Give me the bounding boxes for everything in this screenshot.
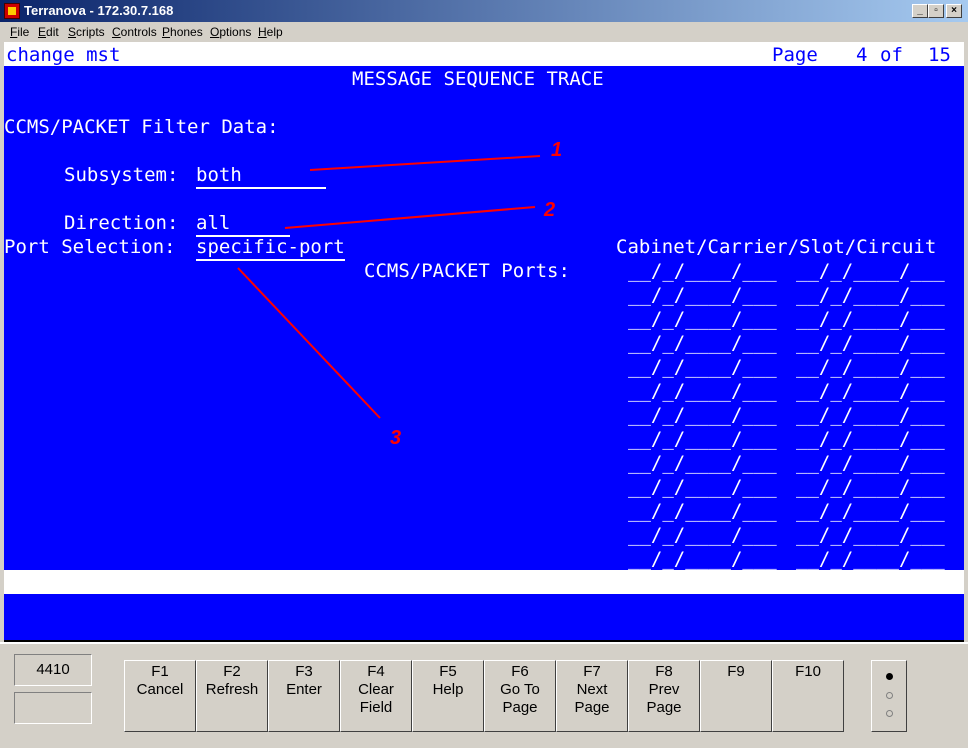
fkey-label: Cancel [136,681,184,698]
fkey-number: F5 [439,663,457,680]
line-radio-3[interactable] [886,710,893,717]
fkey-label: Page [646,699,682,716]
fkey-f1[interactable]: F1 Cancel [124,660,196,732]
extension-display-2 [14,692,92,724]
annotation-overlay: 1 2 3 [237,139,562,449]
fkey-label: Refresh [205,681,259,698]
fkey-number: F10 [795,663,821,680]
fkey-number: F8 [655,663,673,680]
fkey-number: F6 [511,663,529,680]
fkey-number: F9 [727,663,745,680]
annotation-line-2 [284,206,536,229]
fkey-f4[interactable]: F4 Clear Field [340,660,412,732]
fkey-number: F4 [367,663,385,680]
fkey-label: Page [574,699,610,716]
fkey-f10[interactable]: F10 [772,660,844,732]
fkey-f6[interactable]: F6 Go To Page [484,660,556,732]
line-selector[interactable] [871,660,907,732]
annotation-line-1 [309,155,541,171]
annotation-label-2: 2 [543,199,555,221]
fkey-label: Next [576,681,608,698]
fkey-label: Help [432,681,464,698]
annotation-label-1: 1 [551,139,562,161]
fkey-f9[interactable]: F9 [700,660,772,732]
fkey-f7[interactable]: F7 Next Page [556,660,628,732]
extension-display: 4410 [14,654,92,686]
annotation-label-3: 3 [390,427,401,449]
fkey-label: Field [359,699,393,716]
fkey-label: Clear [358,681,394,698]
fkey-number: F7 [583,663,601,680]
fkey-number: F3 [295,663,313,680]
fkey-label: Go To [500,681,540,698]
line-radio-1-selected[interactable] [886,673,893,680]
annotation-line-3 [237,267,381,419]
fkey-number: F2 [223,663,241,680]
fkey-f2[interactable]: F2 Refresh [196,660,268,732]
fkey-label: Enter [286,681,322,698]
fkey-f8[interactable]: F8 Prev Page [628,660,700,732]
fkey-label: Page [502,699,538,716]
fkey-number: F1 [151,663,169,680]
fkey-f3[interactable]: F3 Enter [268,660,340,732]
fkey-label: Prev [648,681,680,698]
line-radio-2[interactable] [886,692,893,699]
fkey-f5[interactable]: F5 Help [412,660,484,732]
